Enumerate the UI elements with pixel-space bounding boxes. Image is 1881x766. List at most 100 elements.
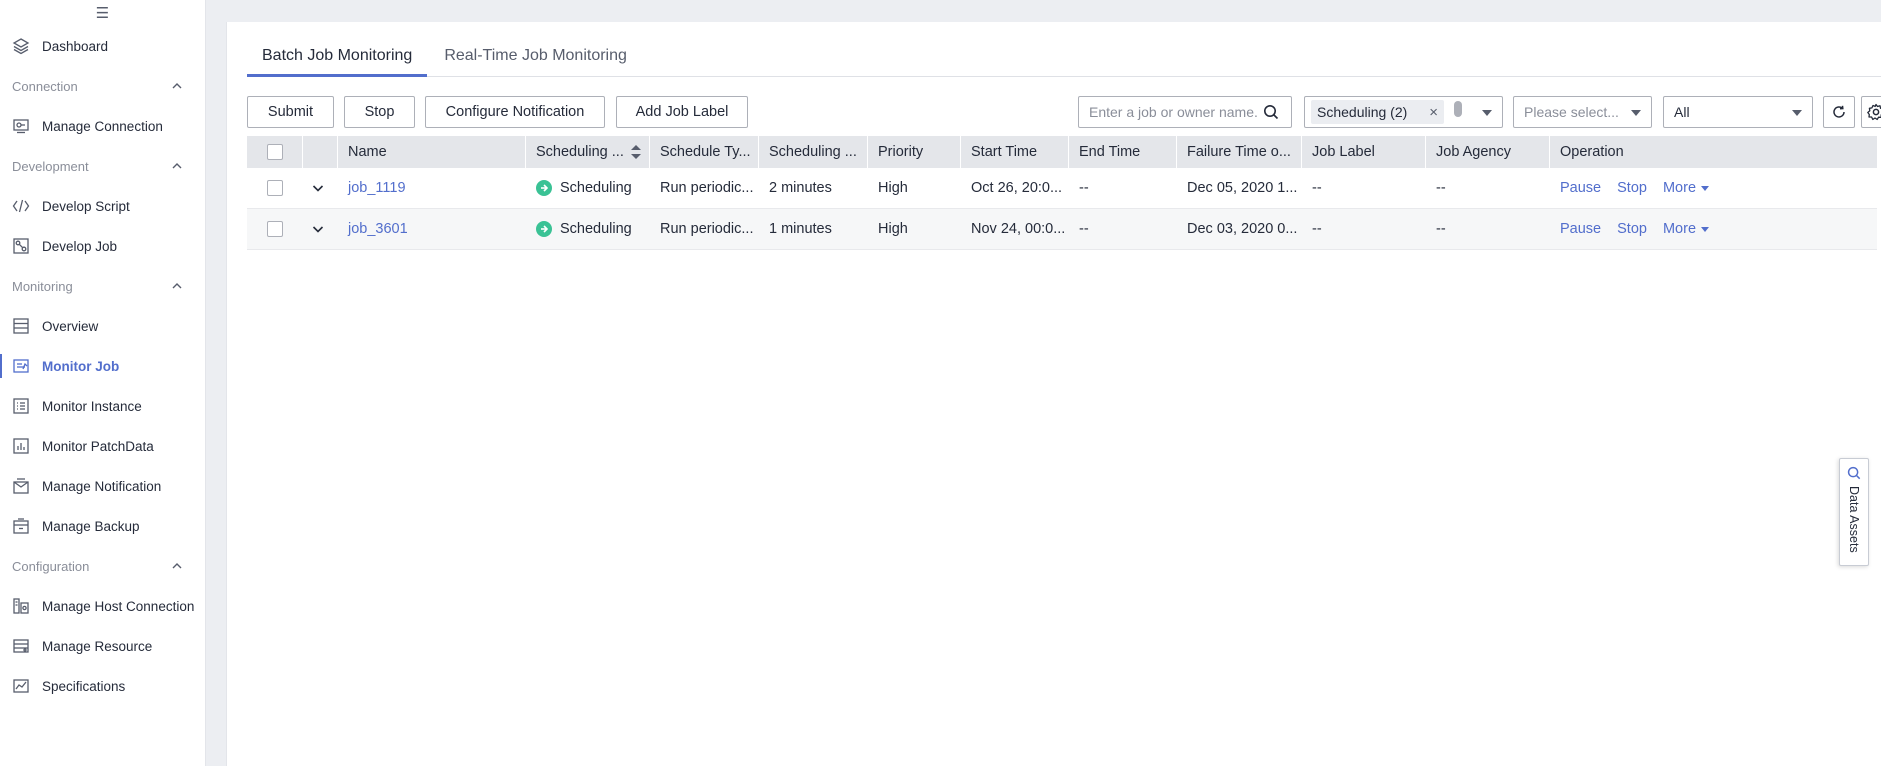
- sidebar-item-manage-resource[interactable]: Manage Resource: [0, 626, 205, 666]
- sidebar-item-overview[interactable]: Overview: [0, 306, 205, 346]
- submit-button[interactable]: Submit: [247, 96, 334, 128]
- sidebar-item-label: Dashboard: [42, 38, 109, 54]
- job-name-link[interactable]: job_3601: [348, 221, 408, 237]
- row-expand-cell: [303, 209, 338, 250]
- sidebar-item-dashboard[interactable]: Dashboard: [0, 26, 205, 66]
- header-scheduling-status[interactable]: Scheduling ...: [526, 136, 650, 168]
- scope-select[interactable]: All: [1663, 96, 1813, 128]
- sidebar-item-label: Manage Connection: [42, 118, 163, 134]
- data-assets-tab[interactable]: Data Assets: [1839, 458, 1869, 566]
- header-scheduling-interval: Scheduling ...: [759, 136, 868, 168]
- chart-line-icon: [12, 677, 30, 695]
- status-filter-select[interactable]: Scheduling (2) ×: [1304, 96, 1503, 128]
- chevron-up-icon: [172, 283, 182, 289]
- stop-link[interactable]: Stop: [1617, 221, 1647, 237]
- chevron-down-icon[interactable]: [311, 222, 325, 236]
- chevron-down-icon: [1701, 226, 1710, 232]
- section-label: Development: [12, 158, 89, 174]
- more-dropdown[interactable]: More: [1663, 180, 1710, 196]
- sidebar-item-label: Develop Script: [42, 198, 130, 214]
- sidebar-item-label: Develop Job: [42, 238, 118, 254]
- job-name-link[interactable]: job_1119: [348, 180, 406, 196]
- menu-collapse-icon[interactable]: ☰: [0, 0, 205, 26]
- sidebar-item-specifications[interactable]: Specifications: [0, 666, 205, 706]
- status-label: Scheduling: [560, 180, 632, 196]
- more-dropdown[interactable]: More: [1663, 221, 1710, 237]
- tab-real-time-job-monitoring[interactable]: Real-Time Job Monitoring: [429, 39, 642, 77]
- sidebar-item-develop-script[interactable]: Develop Script: [0, 186, 205, 226]
- select-all-checkbox[interactable]: [267, 144, 283, 160]
- header-job-label: Job Label: [1302, 136, 1426, 168]
- sidebar-item-label: Manage Resource: [42, 638, 153, 654]
- pause-link[interactable]: Pause: [1560, 180, 1601, 196]
- section-label: Monitoring: [12, 278, 73, 294]
- main-panel: Batch Job Monitoring Real-Time Job Monit…: [226, 22, 1881, 766]
- section-configuration[interactable]: Configuration: [0, 546, 205, 586]
- scope-select-value: All: [1674, 104, 1690, 120]
- sidebar-item-label: Monitor Instance: [42, 398, 142, 414]
- tab-batch-job-monitoring[interactable]: Batch Job Monitoring: [247, 39, 428, 77]
- row-checkbox[interactable]: [267, 221, 283, 237]
- cell-name: job_3601: [338, 209, 526, 250]
- tab-bar: Batch Job Monitoring Real-Time Job Monit…: [247, 39, 1881, 77]
- layers-icon: [12, 37, 30, 55]
- job-agency-value: --: [1436, 180, 1446, 196]
- filter-select[interactable]: Please select...: [1513, 96, 1652, 128]
- priority-value: High: [878, 180, 908, 196]
- failure-time-value: Dec 03, 2020 0...: [1187, 221, 1298, 237]
- arrow-right-circle-icon: [536, 221, 552, 237]
- settings-button[interactable]: [1861, 96, 1881, 128]
- filter-select-placeholder: Please select...: [1524, 104, 1619, 120]
- row-checkbox[interactable]: [267, 180, 283, 196]
- sidebar-item-label: Manage Notification: [42, 478, 162, 494]
- sidebar-item-manage-connection[interactable]: Manage Connection: [0, 106, 205, 146]
- overview-icon: [12, 317, 30, 335]
- stop-link[interactable]: Stop: [1617, 180, 1647, 196]
- chevron-down-icon: [1701, 185, 1710, 191]
- resource-icon: [12, 637, 30, 655]
- chevron-down-icon[interactable]: [311, 181, 325, 195]
- job-table: Name Scheduling ... Schedule Ty... Sched…: [247, 136, 1877, 250]
- cell-status: Scheduling: [526, 168, 650, 209]
- cell-end-time: --: [1069, 209, 1177, 250]
- chevron-down-icon: [1631, 110, 1641, 116]
- refresh-button[interactable]: [1823, 96, 1855, 128]
- pause-link[interactable]: Pause: [1560, 221, 1601, 237]
- row-select-cell: [247, 209, 303, 250]
- section-label: Connection: [12, 78, 78, 94]
- nav-list: Dashboard Connection Manage Connection D…: [0, 26, 205, 706]
- chevron-down-icon[interactable]: [1482, 110, 1492, 116]
- arrow-right-circle-icon: [536, 180, 552, 196]
- header-start-time: Start Time: [961, 136, 1069, 168]
- sidebar-item-manage-notification[interactable]: Manage Notification: [0, 466, 205, 506]
- end-time-value: --: [1079, 180, 1089, 196]
- search-icon[interactable]: [1261, 102, 1281, 122]
- section-monitoring[interactable]: Monitoring: [0, 266, 205, 306]
- sort-icon[interactable]: [631, 145, 641, 159]
- start-time-value: Nov 24, 00:0...: [971, 221, 1066, 237]
- sidebar-item-develop-job[interactable]: Develop Job: [0, 226, 205, 266]
- job-search-input[interactable]: [1079, 98, 1259, 126]
- configure-notification-button[interactable]: Configure Notification: [425, 96, 605, 128]
- code-icon: [12, 197, 30, 215]
- section-development[interactable]: Development: [0, 146, 205, 186]
- header-job-label-label: Job Label: [1312, 144, 1375, 160]
- sidebar-item-monitor-job[interactable]: Monitor Job: [0, 346, 205, 386]
- stop-button[interactable]: Stop: [344, 96, 415, 128]
- close-icon[interactable]: ×: [1429, 104, 1438, 121]
- gear-icon: [1867, 103, 1881, 121]
- header-name-label: Name: [348, 144, 387, 160]
- failure-time-value: Dec 05, 2020 1...: [1187, 180, 1298, 196]
- sidebar-item-manage-host-connection[interactable]: Manage Host Connection: [0, 586, 205, 626]
- cell-job-agency: --: [1426, 209, 1550, 250]
- sidebar-item-monitor-patchdata[interactable]: Monitor PatchData: [0, 426, 205, 466]
- sidebar-item-manage-backup[interactable]: Manage Backup: [0, 506, 205, 546]
- cell-interval: 1 minutes: [759, 209, 868, 250]
- cell-start-time: Oct 26, 20:0...: [961, 168, 1069, 209]
- job-search-box: [1078, 96, 1292, 128]
- scroll-thumb[interactable]: [1454, 101, 1463, 117]
- header-operation-label: Operation: [1560, 144, 1624, 160]
- sidebar-item-monitor-instance[interactable]: Monitor Instance: [0, 386, 205, 426]
- section-connection[interactable]: Connection: [0, 66, 205, 106]
- add-job-label-button[interactable]: Add Job Label: [616, 96, 748, 128]
